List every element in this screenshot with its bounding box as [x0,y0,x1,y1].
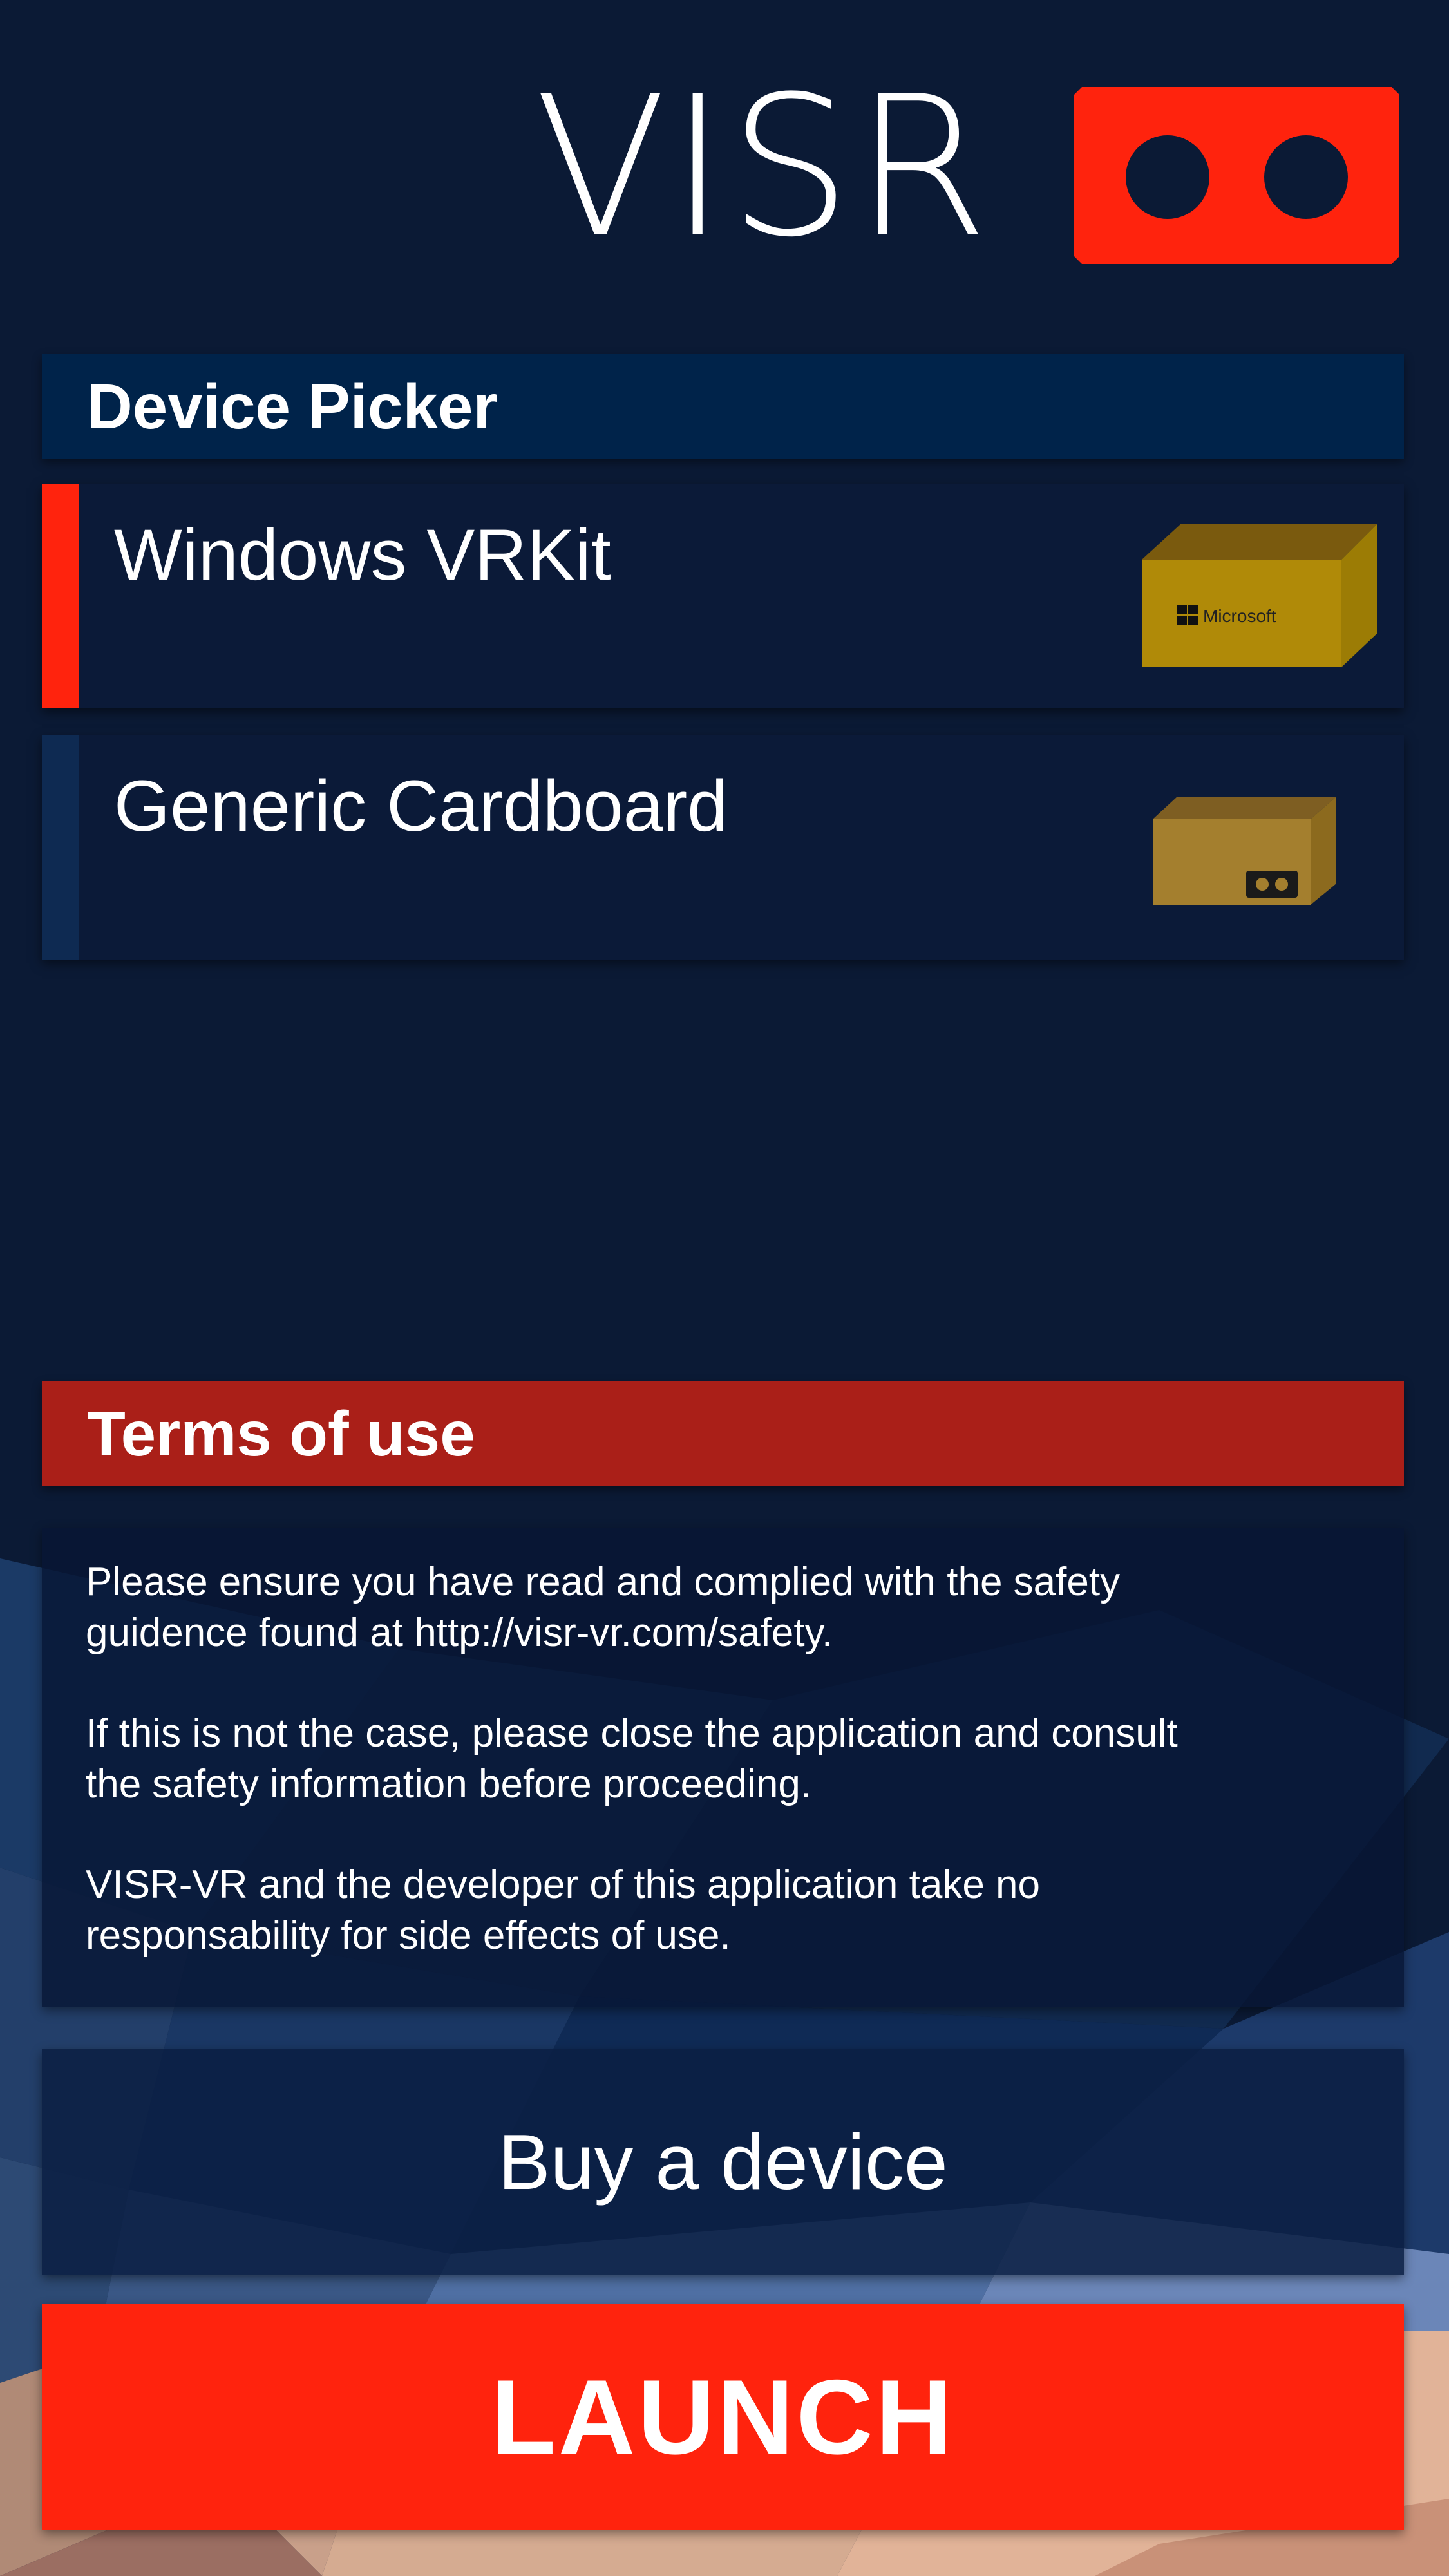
launch-button[interactable]: LAUNCH [42,2304,1404,2530]
device-item-windows-vrkit[interactable]: Windows VRKit Microsoft [42,484,1404,708]
terms-paragraph: VISR-VR and the developer of this applic… [86,1862,1041,1958]
terms-of-use-header: Terms of use [42,1381,1404,1486]
buy-device-label: Buy a device [498,2118,948,2206]
cardboard-box-icon [1153,797,1336,905]
terms-body: Please ensure you have read and complied… [42,1528,1404,2007]
box-brand-text: Microsoft [1203,606,1276,626]
launch-label: LAUNCH [491,2358,955,2476]
device-picker-title: Device Picker [87,371,498,442]
device-label: Windows VRKit [114,515,611,595]
terms-paragraph: If this is not the case, please close th… [86,1711,1178,1806]
buy-device-button[interactable]: Buy a device [42,2049,1404,2275]
terms-title: Terms of use [87,1398,475,1469]
device-label: Generic Cardboard [114,766,728,846]
vr-headset-icon [1074,87,1399,264]
unselected-indicator [42,735,79,960]
app-logo-text: VISR [535,55,991,279]
microsoft-box-icon: Microsoft [1142,524,1377,667]
device-picker-header: Device Picker [42,354,1404,459]
terms-paragraph: Please ensure you have read and complied… [86,1560,1121,1655]
app-root: VISR Device Picker Windows VRKit Microso… [0,0,1449,2576]
selected-indicator [42,484,79,708]
device-item-generic-cardboard[interactable]: Generic Cardboard [42,735,1404,960]
